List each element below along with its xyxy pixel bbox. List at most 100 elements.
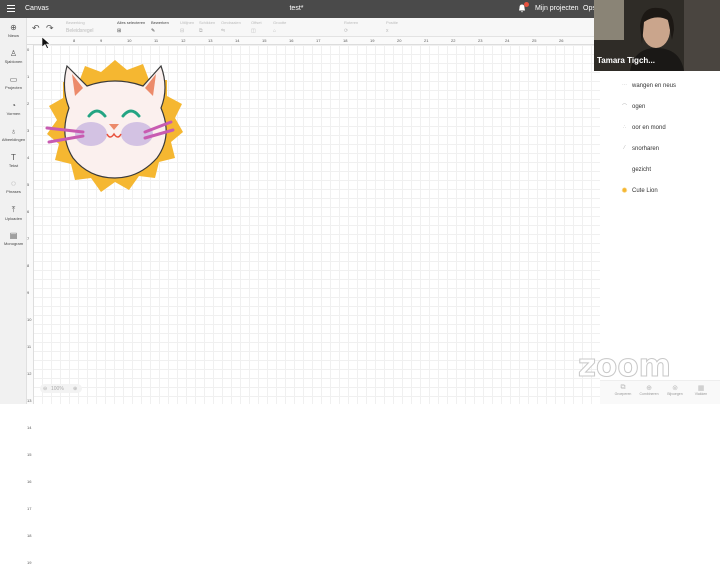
- ruler-tick-label: 5: [27, 182, 30, 187]
- offset-button[interactable]: Offset ◫: [251, 20, 262, 34]
- flatten-icon: ▦: [697, 385, 705, 392]
- ruler-tick-label: 21: [424, 38, 429, 43]
- align-button[interactable]: Uitlijnen ⊟: [180, 20, 194, 34]
- my-projects-link[interactable]: Mijn projecten: [535, 5, 579, 12]
- ruler-tick-label: 14: [27, 425, 32, 430]
- notification-badge: [524, 2, 529, 7]
- ruler-tick-label: 9: [100, 38, 103, 43]
- attach-icon: ⊚: [672, 385, 678, 392]
- ruler-tick-label: 20: [397, 38, 402, 43]
- ruler-tick-label: 22: [451, 38, 456, 43]
- size-group[interactable]: Grootte ⌂: [273, 20, 286, 34]
- ruler-tick-label: 2: [27, 101, 30, 106]
- combine-icon: ⊕: [646, 385, 652, 392]
- redo-icon[interactable]: ↷: [46, 23, 54, 34]
- lock-icon: ⌂: [273, 28, 277, 34]
- shirt-icon: ♙: [9, 49, 18, 58]
- ruler-tick-label: 15: [262, 38, 267, 43]
- operation-group[interactable]: Bewerking Beleidsregel: [66, 20, 94, 34]
- layer-thumbnail: ⋯: [622, 82, 627, 88]
- zoom-level: 100%: [51, 386, 64, 392]
- layer-item[interactable]: ⁄ snorharen: [624, 145, 659, 152]
- ruler-tick-label: 17: [316, 38, 321, 43]
- ruler-tick-label: 0: [27, 47, 30, 52]
- ruler-tick-label: 14: [235, 38, 240, 43]
- sidebar-item-monogram[interactable]: ▤ Monogram: [0, 231, 27, 246]
- video-feed: Tamara Tigch...: [594, 0, 720, 71]
- ruler-tick-label: 18: [343, 38, 348, 43]
- arrange-icon: ⧉: [199, 28, 203, 34]
- zoom-watermark: zoom: [578, 348, 672, 385]
- zoom-in-button[interactable]: ⊕: [73, 386, 77, 392]
- edit-toolbar: ↶ ↷ Bewerking Beleidsregel Alles selecter…: [0, 18, 600, 37]
- combine-button[interactable]: ⊕ Combineren: [636, 384, 662, 396]
- sidebar-item-templates[interactable]: ♙ Sjablonen: [0, 49, 27, 64]
- sidebar-item-images[interactable]: ♁ Afbeeldingen: [0, 127, 27, 142]
- ruler-tick-label: 19: [370, 38, 375, 43]
- flip-icon: ⇋: [221, 28, 226, 34]
- layer-item[interactable]: gezicht: [632, 167, 651, 173]
- undo-icon[interactable]: ↶: [32, 23, 40, 34]
- ruler-tick-label: 16: [289, 38, 294, 43]
- sidebar-item-text[interactable]: T Tekst: [0, 153, 27, 168]
- mouse-cursor: [42, 37, 51, 49]
- upload-icon: ⤒: [11, 205, 16, 214]
- plus-icon: ⊕: [10, 23, 17, 32]
- ruler-tick-label: 13: [208, 38, 213, 43]
- ruler-tick-label: 24: [505, 38, 510, 43]
- ruler-vertical: 0 1 2 3 4 5 6 7 8 9 10 11 12 13 14 15 16 17 18 19: [27, 45, 34, 565]
- attach-button[interactable]: ⊚ Bijvoegen: [662, 384, 688, 396]
- zoom-control: ⊖ 100% ⊕: [40, 384, 82, 393]
- text-icon: T: [11, 153, 16, 162]
- right-cheek: [121, 122, 153, 146]
- group-button[interactable]: ⧉ Groeperen: [610, 384, 636, 396]
- layer-item[interactable]: ∴ oor en mond: [623, 124, 666, 131]
- sidebar-item-phrases[interactable]: ◌ Phrases: [0, 179, 27, 194]
- flip-button[interactable]: Omdraaien ⇋: [221, 20, 241, 34]
- ruler-tick-label: 18: [27, 533, 32, 538]
- ruler-tick-label: 25: [532, 38, 537, 43]
- layer-thumbnail: ⌒: [621, 104, 627, 110]
- sidebar-item-projects[interactable]: ▭ Projecten: [0, 75, 27, 90]
- shapes-icon: ◔: [11, 101, 16, 110]
- arrange-button[interactable]: Schikken ⧉: [199, 20, 215, 34]
- monogram-icon: ▤: [9, 231, 18, 240]
- flatten-button[interactable]: ▦ Vlakken: [688, 384, 714, 396]
- layers-panel: [600, 18, 720, 404]
- ruler-tick-label: 19: [27, 560, 32, 565]
- bulb-icon: ♁: [10, 127, 17, 136]
- ruler-tick-label: 11: [27, 344, 32, 349]
- ruler-tick-label: 12: [181, 38, 186, 43]
- select-all-button[interactable]: Alles selecteren ⊞: [117, 20, 145, 34]
- ruler-tick-label: 4: [27, 155, 30, 160]
- participant-name: Tamara Tigch...: [597, 56, 655, 65]
- ruler-tick-label: 1: [27, 74, 30, 79]
- position-group[interactable]: Positie x: [386, 20, 398, 34]
- zoom-out-button[interactable]: ⊖: [43, 386, 47, 392]
- ruler-tick-label: 11: [154, 38, 159, 43]
- sidebar-item-upload[interactable]: ⤒ Uploaden: [0, 205, 27, 221]
- sidebar-item-shapes[interactable]: ◔ Vormen: [0, 101, 27, 116]
- layer-thumbnail: ∴: [622, 124, 627, 130]
- layer-item[interactable]: ✹ Cute Lion: [621, 186, 658, 195]
- rotate-group[interactable]: Roteren ⟳: [344, 20, 358, 34]
- ruler-tick-label: 9: [27, 290, 30, 295]
- ruler-tick-label: 3: [27, 128, 30, 133]
- cute-lion-design[interactable]: [45, 58, 185, 196]
- ruler-horizontal: 8 9 10 11 12 13 14 15 16 17 18 19 20 21 22 23 24 25 26: [27, 37, 600, 45]
- align-icon: ⊟: [180, 28, 185, 34]
- ruler-tick-label: 17: [27, 506, 32, 511]
- sidebar-item-new[interactable]: ⊕ Nieuw: [0, 23, 27, 38]
- group-icon: ⧉: [620, 384, 626, 391]
- ruler-tick-label: 23: [478, 38, 483, 43]
- layer-item[interactable]: ⌒ ogen: [622, 104, 645, 110]
- ruler-tick-label: 8: [73, 38, 76, 43]
- select-all-icon: ⊞: [117, 28, 122, 34]
- edit-button[interactable]: Bewerken ✎: [151, 20, 169, 34]
- lion-thumbnail-icon: ✹: [621, 186, 628, 195]
- layer-item[interactable]: ⋯ wangen en neus: [622, 82, 676, 89]
- left-sidebar: ⊕ Nieuw ♙ Sjablonen ▭ Projecten ◔ Vormen ♁ Af…: [0, 18, 27, 404]
- speech-icon: ◌: [11, 179, 16, 188]
- ruler-tick-label: 8: [27, 263, 30, 268]
- document-title: test*: [289, 5, 304, 12]
